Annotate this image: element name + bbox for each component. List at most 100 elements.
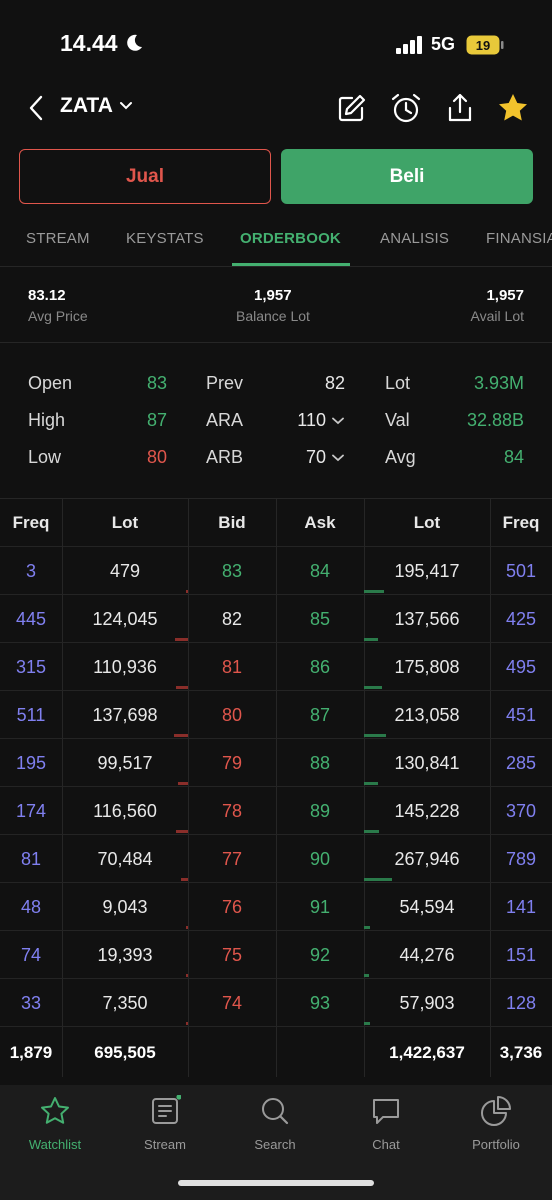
orderbook-row: 33 7,350 74 93 57,903 128 (0, 979, 552, 1027)
status-time: 14.44 (60, 30, 118, 56)
lot-ask-cell: 54,594 (399, 896, 455, 917)
ticker-selector[interactable]: ZATA (60, 94, 133, 118)
freq-ask-cell: 501 (505, 560, 537, 581)
ask-volume-bar (364, 590, 385, 593)
ask-volume-bar (364, 974, 369, 977)
moon-icon (127, 34, 142, 51)
open-value: 83 (146, 373, 167, 393)
buy-button[interactable]: Beli (281, 149, 533, 204)
tab-stream[interactable]: STREAM (26, 230, 90, 247)
nav-chat[interactable]: Chat (331, 1095, 441, 1159)
header-lot-ask: Lot (413, 513, 441, 532)
bid-volume-bar (175, 638, 188, 641)
edit-icon[interactable] (336, 92, 368, 124)
orderbook-row: 174 116,560 78 89 145,228 370 (0, 787, 552, 835)
nav-label: Search (254, 1137, 296, 1152)
bid-price-cell[interactable]: 80 (188, 691, 276, 739)
lot-label: Lot (385, 373, 411, 393)
orderbook-row: 3 479 83 84 195,417 501 (0, 547, 552, 595)
orderbook-row: 445 124,045 82 85 137,566 425 (0, 595, 552, 643)
lot-ask-cell: 213,058 (394, 704, 460, 725)
bid-price-cell[interactable]: 79 (188, 739, 276, 787)
lot-ask-cell: 57,903 (399, 992, 455, 1013)
ask-price-cell[interactable]: 86 (276, 643, 364, 691)
home-indicator (178, 1180, 374, 1186)
lot-bid-cell: 70,484 (97, 848, 153, 869)
bid-volume-bar (175, 830, 188, 833)
nav-label: Stream (144, 1137, 186, 1152)
val-label: Val (385, 410, 410, 430)
orderbook-row: 81 70,484 77 90 267,946 789 (0, 835, 552, 883)
nav-portfolio[interactable]: Portfolio (441, 1095, 551, 1159)
avail-lot-label: Avail Lot (470, 308, 524, 324)
lot-bid-cell: 479 (109, 560, 141, 581)
lot-ask-cell: 175,808 (394, 656, 460, 677)
bid-price-cell[interactable]: 76 (188, 883, 276, 931)
prev-label: Prev (206, 373, 244, 393)
high-label: High (28, 410, 66, 430)
header-ask: Ask (304, 513, 336, 532)
nav-label: Chat (372, 1137, 400, 1152)
ask-price-cell[interactable]: 91 (276, 883, 364, 931)
ask-price-cell[interactable]: 87 (276, 691, 364, 739)
bid-price-cell[interactable]: 78 (188, 787, 276, 835)
search-icon (262, 1098, 289, 1125)
header-freq-ask: Freq (502, 513, 540, 532)
ask-price-cell[interactable]: 90 (276, 835, 364, 883)
avail-lot-value: 1,957 (486, 287, 524, 304)
freq-bid-cell: 445 (15, 608, 47, 629)
ask-price-cell[interactable]: 84 (276, 547, 364, 595)
lot-bid-cell: 7,350 (102, 992, 148, 1013)
bid-price-cell[interactable]: 75 (188, 931, 276, 979)
freq-bid-cell: 511 (16, 704, 46, 725)
tab-keystats[interactable]: KEYSTATS (126, 230, 204, 247)
lot-bid-cell: 19,393 (97, 944, 153, 965)
lot-bid-cell: 110,936 (93, 656, 157, 677)
nav-label: Portfolio (472, 1137, 520, 1152)
freq-ask-cell: 789 (505, 848, 537, 869)
nav-stream[interactable]: Stream (110, 1095, 220, 1159)
arb-selector[interactable]: 70 (306, 447, 344, 468)
ask-price-cell[interactable]: 85 (276, 595, 364, 643)
ara-value: 110 (297, 410, 326, 430)
low-label: Low (28, 447, 62, 467)
freq-bid-cell: 315 (15, 656, 47, 677)
ask-volume-bar (364, 686, 383, 689)
sell-button[interactable]: Jual (19, 149, 271, 204)
header-lot-bid: Lot (111, 513, 139, 532)
tab-orderbook[interactable]: ORDERBOOK (240, 230, 341, 247)
freq-bid-cell: 174 (15, 800, 47, 821)
lot-value: 3.93M (473, 373, 524, 393)
chevron-down-icon (119, 102, 132, 110)
freq-bid-cell: 33 (20, 992, 42, 1013)
tab-finansial[interactable]: FINANSIAL (486, 230, 552, 247)
bid-price-cell[interactable]: 77 (188, 835, 276, 883)
bid-price-cell[interactable]: 83 (188, 547, 276, 595)
lot-bid-cell: 124,045 (92, 608, 158, 629)
freq-ask-cell: 495 (505, 656, 537, 677)
freq-bid-cell: 195 (15, 752, 47, 773)
ask-price-cell[interactable]: 92 (276, 931, 364, 979)
orderbook-table: Freq Lot Bid Ask Lot Freq 1,879 695,505 … (0, 498, 552, 1077)
battery-level: 19 (476, 38, 490, 53)
bid-price-cell[interactable]: 74 (188, 979, 276, 1027)
tab-analisis[interactable]: ANALISIS (380, 230, 449, 247)
bid-price-cell[interactable]: 82 (188, 595, 276, 643)
freq-bid-cell: 81 (20, 848, 42, 869)
alarm-icon[interactable] (390, 92, 422, 124)
back-arrow-icon[interactable] (26, 94, 46, 122)
nav-label: Watchlist (28, 1137, 82, 1152)
star-filled-icon[interactable] (497, 92, 529, 124)
arb-label: ARB (206, 447, 244, 467)
nav-search[interactable]: Search (220, 1095, 330, 1159)
tab-bar: STREAM KEYSTATS ORDERBOOK ANALISIS FINAN… (0, 214, 552, 266)
share-icon[interactable] (444, 92, 476, 124)
ask-price-cell[interactable]: 88 (276, 739, 364, 787)
ask-price-cell[interactable]: 93 (276, 979, 364, 1027)
avg-price-label: Avg Price (28, 308, 88, 324)
nav-watchlist[interactable]: Watchlist (0, 1095, 110, 1159)
bid-price-cell[interactable]: 81 (188, 643, 276, 691)
ara-selector[interactable]: 110 (297, 410, 344, 431)
orderbook-row: 195 99,517 79 88 130,841 285 (0, 739, 552, 787)
ask-price-cell[interactable]: 89 (276, 787, 364, 835)
